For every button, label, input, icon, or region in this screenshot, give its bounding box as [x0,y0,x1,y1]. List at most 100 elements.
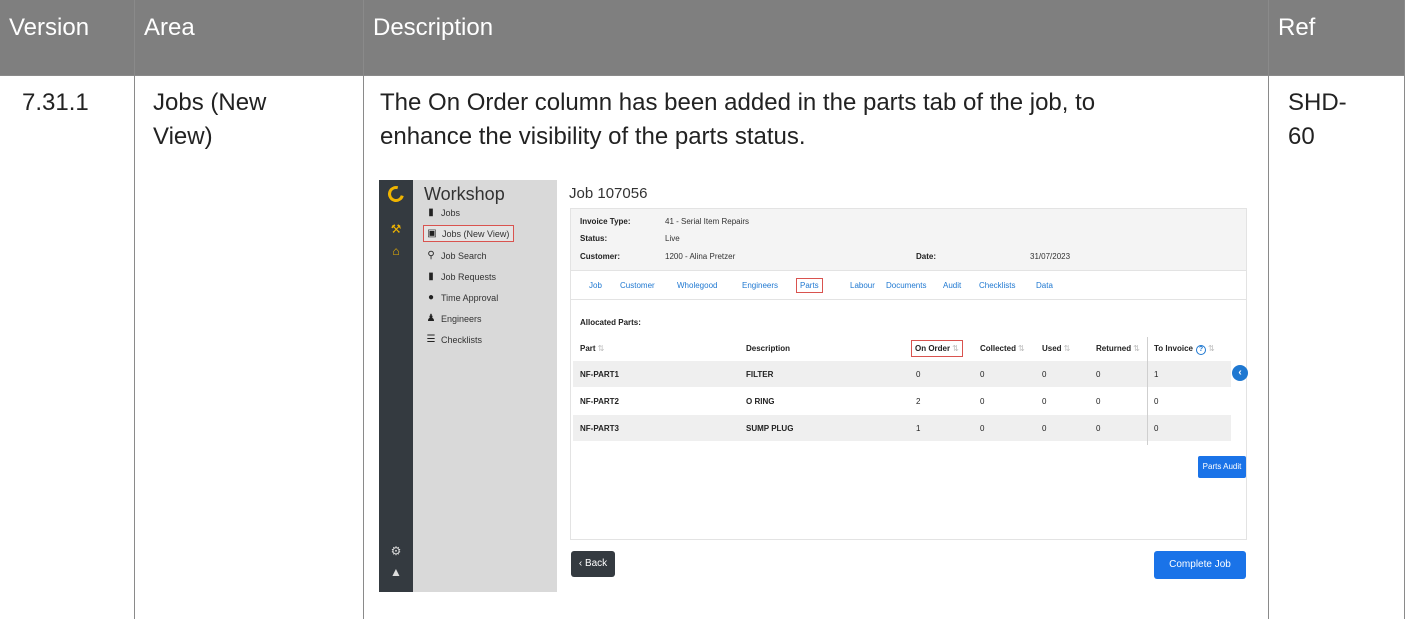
row-description-line2: enhance the visibility of the parts stat… [380,123,806,150]
tab-data[interactable]: Data [1036,281,1053,290]
column-part[interactable]: Part ⇅ [580,344,604,353]
column-divider [134,0,135,619]
table-row[interactable]: NF-PART3 SUMP PLUG 1 0 0 0 0 [573,415,1231,441]
header-ref: Ref [1269,0,1405,75]
cell-description: O RING [746,397,775,406]
sort-icon: ⇅ [1063,344,1071,353]
cell-used: 0 [1042,370,1047,379]
header-area: Area [135,0,363,75]
cell-to-invoice: 0 [1154,424,1159,433]
tab-labour[interactable]: Labour [850,281,875,290]
complete-job-button[interactable]: Complete Job [1154,551,1246,579]
row-description-line1: The On Order column has been added in th… [380,89,1096,116]
column-to-invoice[interactable]: To Invoice? ⇅ [1154,344,1215,355]
cell-collected: 0 [980,397,985,406]
wrench-icon[interactable]: ⚒ [389,222,403,236]
date-label: Date: [916,252,937,261]
menu-item-engineers[interactable]: ♟ Engineers [425,310,482,327]
chevron-left-icon[interactable]: ‹ [1232,365,1248,381]
parts-audit-button[interactable]: Parts Audit [1198,456,1246,478]
job-panel: Job 107056 Invoice Type: 41 - Serial Ite… [557,180,1256,592]
users-icon: ♟ [426,313,436,324]
menu-item-jobs[interactable]: ▮ Jobs [425,204,460,221]
icon-rail: ⚒ ⌂ ⚙ ▲ [379,180,413,592]
row-version: 7.31.1 [22,89,89,116]
cell-on-order: 0 [916,370,921,379]
cell-to-invoice: 1 [1154,370,1159,379]
cell-returned: 0 [1096,424,1101,433]
cell-to-invoice: 0 [1154,397,1159,406]
cell-returned: 0 [1096,397,1101,406]
sort-icon: ⇅ [952,344,959,353]
date-value: 31/07/2023 [1030,252,1071,261]
sort-icon: ⇅ [597,344,605,353]
tab-documents[interactable]: Documents [886,281,926,290]
job-card: Invoice Type: 41 - Serial Item Repairs S… [570,208,1247,540]
menu-item-label: Jobs (New View) [442,228,510,239]
menu-item-label: Job Requests [441,271,497,282]
row-ref-line1: SHD- [1288,89,1347,116]
column-on-order[interactable]: On Order ⇅ [911,340,963,357]
workshop-menu: Workshop ▮ Jobs ▣ Jobs (New View) ⚲ Job Searc… [413,180,557,592]
cell-description: FILTER [746,370,774,379]
job-title: Job 107056 [569,185,648,202]
job-info: Invoice Type: 41 - Serial Item Repairs S… [571,209,1246,271]
row-ref-line2: 60 [1288,123,1315,150]
sort-icon: ⇅ [1133,344,1140,353]
row-area-line1: Jobs (New [153,89,267,116]
status-label: Status: [580,234,608,243]
column-collected[interactable]: Collected ⇅ [980,344,1025,353]
column-returned[interactable]: Returned ⇅ [1096,344,1140,353]
cell-part: NF-PART1 [580,370,619,379]
status-value: Live [665,234,680,243]
menu-item-label: Checklists [441,334,483,345]
invoice-type-value: 41 - Serial Item Repairs [665,217,750,226]
cell-collected: 0 [980,424,985,433]
menu-item-checklists[interactable]: ☰ Checklists [425,331,483,348]
menu-item-label: Time Approval [441,292,499,303]
tab-wholegood[interactable]: Wholegood [677,281,717,290]
tab-job[interactable]: Job [589,281,602,290]
search-icon: ⚲ [427,250,435,261]
menu-item-jobs-new-view[interactable]: ▣ Jobs (New View) [423,225,515,242]
tab-checklists[interactable]: Checklists [979,281,1015,290]
user-icon[interactable]: ▲ [389,565,403,579]
clock-icon: ● [427,292,435,303]
row-divider [0,75,1405,76]
kanban-icon: ▣ [427,228,437,239]
menu-item-label: Job Search [441,250,487,261]
embedded-screenshot: ⚒ ⌂ ⚙ ▲ Workshop ▮ Jobs ▣ Jobs (New View) ⚲ J… [379,180,1256,592]
cell-returned: 0 [1096,370,1101,379]
tab-engineers[interactable]: Engineers [742,281,778,290]
help-icon: ? [1195,345,1206,355]
menu-item-job-requests[interactable]: ▮ Job Requests [425,268,496,285]
cell-collected: 0 [980,370,985,379]
tab-audit[interactable]: Audit [943,281,961,290]
column-divider [1268,0,1269,619]
gear-icon[interactable]: ⚙ [389,544,403,558]
app-title: Workshop [424,184,505,204]
basket-icon[interactable]: ⌂ [389,244,403,258]
column-description: Description [746,344,791,353]
menu-item-time-approval[interactable]: ● Time Approval [425,289,498,306]
column-used[interactable]: Used ⇅ [1042,344,1070,353]
column-divider [363,0,364,619]
cell-description: SUMP PLUG [746,424,794,433]
invoice-type-label: Invoice Type: [580,217,631,226]
cell-on-order: 1 [916,424,921,433]
customer-value: 1200 - Alina Pretzer [665,252,736,261]
cell-used: 0 [1042,397,1047,406]
sort-icon: ⇅ [1018,344,1025,353]
cell-part: NF-PART2 [580,397,619,406]
table-row[interactable]: NF-PART2 O RING 2 0 0 0 0 [573,388,1231,414]
back-button[interactable]: ‹ Back [571,551,615,577]
tab-parts[interactable]: Parts [796,278,823,293]
table-row[interactable]: NF-PART1 FILTER 0 0 0 0 1 [573,361,1231,387]
tab-customer[interactable]: Customer [620,281,655,290]
row-area-line2: View) [153,123,213,150]
app-logo-icon [385,183,407,205]
clipboard-check-icon: ▮ [428,271,434,282]
clipboard-icon: ▮ [428,207,434,218]
header-description: Description [364,0,1268,75]
menu-item-job-search[interactable]: ⚲ Job Search [425,247,487,264]
